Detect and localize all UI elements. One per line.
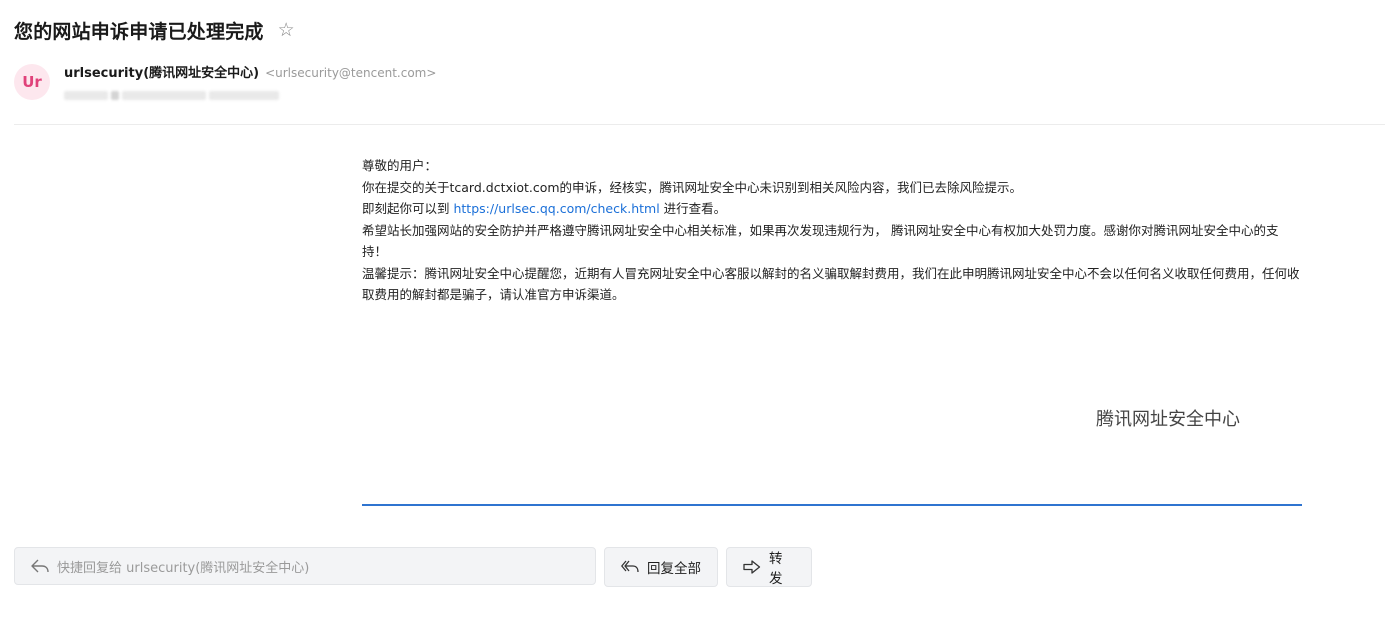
greeting: 尊敬的用户： [362, 158, 438, 173]
body-line-3: 希望站长加强网站的安全防护并严格遵守腾讯网址安全中心相关标准，如果再次发现违规行… [362, 222, 1279, 260]
sender-name[interactable]: urlsecurity(腾讯网址安全中心) [64, 62, 259, 81]
reply-icon [31, 559, 49, 573]
footer-actions: 快捷回复给 urlsecurity(腾讯网址安全中心) 回复全部 转发 [14, 547, 812, 587]
sender-line: urlsecurity(腾讯网址安全中心) <urlsecurity@tence… [64, 62, 436, 81]
blurred-text [122, 90, 206, 100]
reply-all-button[interactable]: 回复全部 [604, 547, 718, 587]
star-icon[interactable]: ☆ [278, 21, 295, 40]
quick-reply-input[interactable]: 快捷回复给 urlsecurity(腾讯网址安全中心) [14, 547, 596, 585]
header-divider [14, 124, 1385, 125]
body-line-2: 即刻起你可以到 https://urlsec.qq.com/check.html… [362, 198, 1302, 220]
blurred-text [111, 90, 119, 100]
body-line-2-suffix: 进行查看。 [659, 201, 727, 216]
signature-divider [362, 504, 1302, 506]
email-subject: 您的网站申诉申请已处理完成 [14, 21, 264, 43]
body-line-2-prefix: 即刻起你可以到 [362, 201, 454, 216]
blurred-text [209, 90, 279, 100]
forward-arrow-icon [743, 560, 761, 574]
signature: 腾讯网址安全中心 [1096, 409, 1240, 430]
sender-row: Ur urlsecurity(腾讯网址安全中心) <urlsecurity@te… [14, 62, 436, 100]
subject-row: 您的网站申诉申请已处理完成 ☆ [14, 17, 295, 44]
avatar[interactable]: Ur [14, 64, 50, 100]
sender-info: urlsecurity(腾讯网址安全中心) <urlsecurity@tence… [64, 62, 436, 100]
quick-reply-placeholder: 快捷回复给 urlsecurity(腾讯网址安全中心) [57, 560, 310, 576]
email-body: 尊敬的用户： 你在提交的关于tcard.dctxiot.com的申诉，经核实，腾… [362, 155, 1302, 306]
sender-email[interactable]: <urlsecurity@tencent.com> [265, 66, 436, 80]
reply-all-label: 回复全部 [647, 561, 701, 577]
body-line-4: 温馨提示：腾讯网址安全中心提醒您，近期有人冒充网址安全中心客服以解封的名义骗取解… [362, 265, 1300, 303]
email-view: 您的网站申诉申请已处理完成 ☆ Ur urlsecurity(腾讯网址安全中心)… [0, 0, 1385, 622]
check-link[interactable]: https://urlsec.qq.com/check.html [453, 201, 659, 216]
forward-button[interactable]: 转发 [726, 547, 812, 587]
blurred-recipients [64, 90, 290, 100]
body-line-1: 你在提交的关于tcard.dctxiot.com的申诉，经核实，腾讯网址安全中心… [362, 179, 1023, 195]
forward-label: 转发 [769, 551, 783, 587]
blurred-text [64, 90, 108, 100]
reply-all-icon [621, 560, 639, 574]
